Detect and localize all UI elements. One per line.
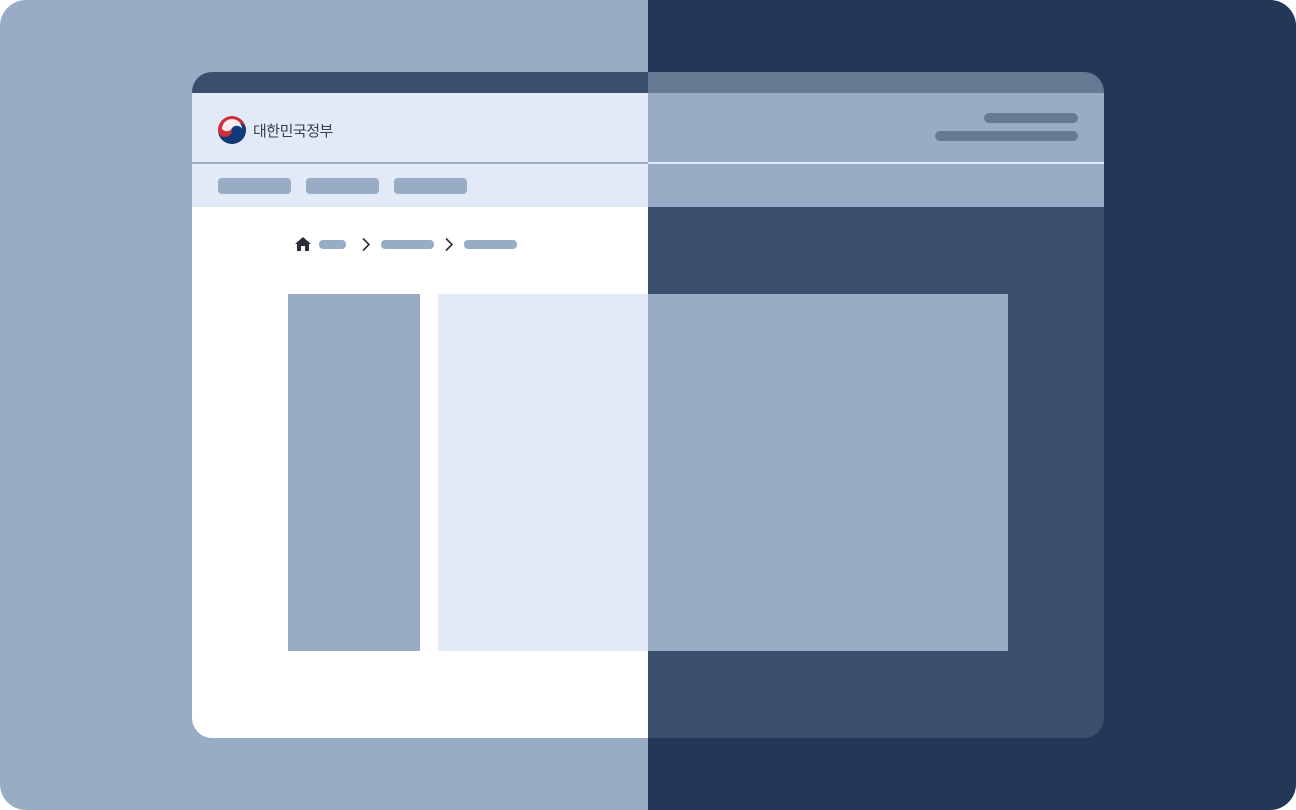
- nav-item-placeholder[interactable]: [394, 178, 467, 194]
- government-logo[interactable]: 대한민국정부: [218, 116, 333, 144]
- nav-item-placeholder[interactable]: [218, 178, 291, 194]
- nav-bar-dark: [648, 164, 1104, 207]
- main-content-placeholder: [438, 294, 648, 651]
- chevron-right-icon: [445, 237, 454, 252]
- logo-text: 대한민국정부: [253, 121, 333, 140]
- header-dark: [648, 93, 1104, 163]
- breadcrumb-item-placeholder[interactable]: [381, 240, 434, 249]
- chevron-right-icon: [362, 237, 371, 252]
- taegeuk-emblem-icon: [218, 116, 246, 144]
- utility-link-placeholder[interactable]: [984, 113, 1078, 123]
- breadcrumb-item-placeholder[interactable]: [319, 240, 346, 249]
- side-menu-placeholder: [288, 294, 420, 651]
- illustration-frame: 대한민국정부: [0, 0, 1296, 810]
- nav-item-placeholder[interactable]: [306, 178, 379, 194]
- title-bar-light: [192, 72, 648, 93]
- main-content-placeholder-dark: [648, 294, 1008, 651]
- breadcrumb-item-placeholder[interactable]: [464, 240, 517, 249]
- utility-link-placeholder[interactable]: [935, 131, 1078, 141]
- breadcrumb: [294, 235, 534, 253]
- title-bar-dark: [648, 72, 1104, 93]
- home-icon[interactable]: [294, 236, 312, 252]
- browser-window: 대한민국정부: [192, 72, 1104, 738]
